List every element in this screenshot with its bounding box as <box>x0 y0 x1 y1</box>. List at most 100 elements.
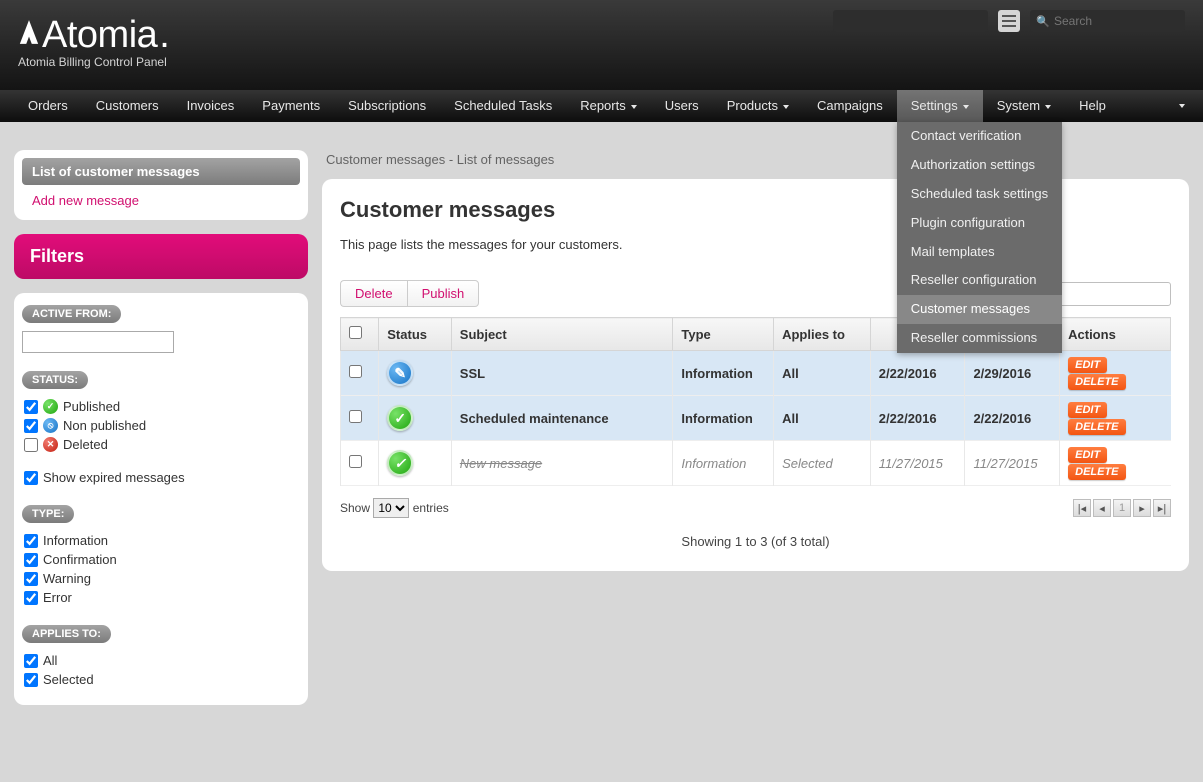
row-actions: EDITDELETE <box>1060 441 1171 486</box>
row-delete-button[interactable]: DELETE <box>1068 419 1125 435</box>
pager-first-icon[interactable]: |◂ <box>1073 499 1091 517</box>
type-label: Information <box>43 533 108 548</box>
type-checkbox[interactable] <box>24 553 38 567</box>
dd-contact-verification[interactable]: Contact verification <box>897 122 1062 151</box>
row-delete-button[interactable]: DELETE <box>1068 374 1125 390</box>
table-row[interactable]: ✓New messageInformationSelected11/27/201… <box>341 441 1171 486</box>
show-expired-label: Show expired messages <box>43 470 185 485</box>
nav-help[interactable]: Help <box>1065 90 1120 122</box>
col-applies[interactable]: Applies to <box>774 318 871 351</box>
row-applies: Selected <box>774 441 871 486</box>
type-error[interactable]: Error <box>22 588 300 607</box>
active-from-input[interactable] <box>22 331 174 353</box>
pager-last-icon[interactable]: ▸| <box>1153 499 1171 517</box>
nav-invoices[interactable]: Invoices <box>173 90 249 122</box>
row-checkbox[interactable] <box>349 365 362 378</box>
type-information[interactable]: Information <box>22 531 300 550</box>
nav-orders[interactable]: Orders <box>14 90 82 122</box>
top-search-wrap: 🔍 <box>1030 10 1185 32</box>
top-search-input[interactable] <box>1030 10 1185 32</box>
pager-current[interactable]: 1 <box>1113 499 1131 517</box>
status-published[interactable]: ✓Published <box>22 397 300 416</box>
entries-label: entries <box>413 501 449 515</box>
hamburger-icon[interactable] <box>998 10 1020 32</box>
row-to: 2/29/2016 <box>965 351 1060 396</box>
dd-customer-messages[interactable]: Customer messages <box>897 295 1062 324</box>
row-type: Information <box>673 396 774 441</box>
row-actions: EDITDELETE <box>1060 396 1171 441</box>
status-checkbox[interactable] <box>24 400 38 414</box>
publish-button[interactable]: Publish <box>407 280 480 307</box>
table-footer: Show 10 entries |◂ ◂ 1 ▸ ▸| <box>340 498 1171 518</box>
dd-authorization-settings[interactable]: Authorization settings <box>897 151 1062 180</box>
type-checkbox[interactable] <box>24 572 38 586</box>
nav-subscriptions[interactable]: Subscriptions <box>334 90 440 122</box>
edit-button[interactable]: EDIT <box>1068 357 1107 373</box>
type-checkbox[interactable] <box>24 534 38 548</box>
applies-label: Selected <box>43 672 94 687</box>
filters-heading: Filters <box>14 234 308 279</box>
side-links-card: List of customer messages Add new messag… <box>14 150 308 220</box>
type-confirmation[interactable]: Confirmation <box>22 550 300 569</box>
nav-users[interactable]: Users <box>651 90 713 122</box>
edit-button[interactable]: EDIT <box>1068 447 1107 463</box>
status-label: Deleted <box>63 437 108 452</box>
show-expired-row[interactable]: Show expired messages <box>22 468 300 487</box>
edit-status-icon: ✎ <box>387 360 413 386</box>
user-menu[interactable] <box>1179 90 1185 122</box>
status-checkbox[interactable] <box>24 438 38 452</box>
red-status-icon: ✕ <box>43 437 58 452</box>
blue-status-icon: ⦸ <box>43 418 58 433</box>
applies-all[interactable]: All <box>22 651 300 670</box>
select-all-checkbox[interactable] <box>349 326 362 339</box>
brand-name: Atomia <box>42 14 157 57</box>
type-label: Confirmation <box>43 552 117 567</box>
pager-prev-icon[interactable]: ◂ <box>1093 499 1111 517</box>
dd-reseller-commissions[interactable]: Reseller commissions <box>897 324 1062 353</box>
chip-type: TYPE: <box>22 505 74 523</box>
side-list-title[interactable]: List of customer messages <box>22 158 300 185</box>
row-checkbox[interactable] <box>349 455 362 468</box>
dd-plugin-configuration[interactable]: Plugin configuration <box>897 209 1062 238</box>
applies-checkbox[interactable] <box>24 654 38 668</box>
type-warning[interactable]: Warning <box>22 569 300 588</box>
page-size-select[interactable]: 10 <box>373 498 409 518</box>
delete-button[interactable]: Delete <box>340 280 407 307</box>
filter-type: TYPE: Information Confirmation WarningErro… <box>22 505 300 607</box>
chip-active-from: ACTIVE FROM: <box>22 305 121 323</box>
applies-selected[interactable]: Selected <box>22 670 300 689</box>
col-status[interactable]: Status <box>379 318 452 351</box>
show-expired-checkbox[interactable] <box>24 471 38 485</box>
row-to: 11/27/2015 <box>965 441 1060 486</box>
top-account-input[interactable] <box>833 10 988 32</box>
nav-system[interactable]: System <box>983 90 1065 122</box>
status-checkbox[interactable] <box>24 419 38 433</box>
applies-checkbox[interactable] <box>24 673 38 687</box>
table-row[interactable]: ✓Scheduled maintenanceInformationAll2/22… <box>341 396 1171 441</box>
row-checkbox[interactable] <box>349 410 362 423</box>
dd-reseller-configuration[interactable]: Reseller configuration <box>897 266 1062 295</box>
nav-campaigns[interactable]: Campaigns <box>803 90 897 122</box>
row-delete-button[interactable]: DELETE <box>1068 464 1125 480</box>
row-subject: SSL <box>451 351 673 396</box>
status-deleted[interactable]: ✕ Deleted <box>22 435 300 454</box>
nav-settings[interactable]: SettingsContact verificationAuthorizatio… <box>897 90 983 122</box>
nav-reports[interactable]: Reports <box>566 90 651 122</box>
status-non-published[interactable]: ⦸Non published <box>22 416 300 435</box>
dd-scheduled-task-settings[interactable]: Scheduled task settings <box>897 180 1062 209</box>
edit-button[interactable]: EDIT <box>1068 402 1107 418</box>
table-row[interactable]: ✎SSLInformationAll2/22/20162/29/2016EDIT… <box>341 351 1171 396</box>
type-checkbox[interactable] <box>24 591 38 605</box>
add-message-link[interactable]: Add new message <box>22 185 300 212</box>
nav-payments[interactable]: Payments <box>248 90 334 122</box>
nav-products[interactable]: Products <box>713 90 803 122</box>
nav-customers[interactable]: Customers <box>82 90 173 122</box>
dd-mail-templates[interactable]: Mail templates <box>897 238 1062 267</box>
nav-scheduled-tasks[interactable]: Scheduled Tasks <box>440 90 566 122</box>
col-type[interactable]: Type <box>673 318 774 351</box>
col-checkbox <box>341 318 379 351</box>
col-subject[interactable]: Subject <box>451 318 673 351</box>
row-type: Information <box>673 351 774 396</box>
pager-next-icon[interactable]: ▸ <box>1133 499 1151 517</box>
row-applies: All <box>774 396 871 441</box>
